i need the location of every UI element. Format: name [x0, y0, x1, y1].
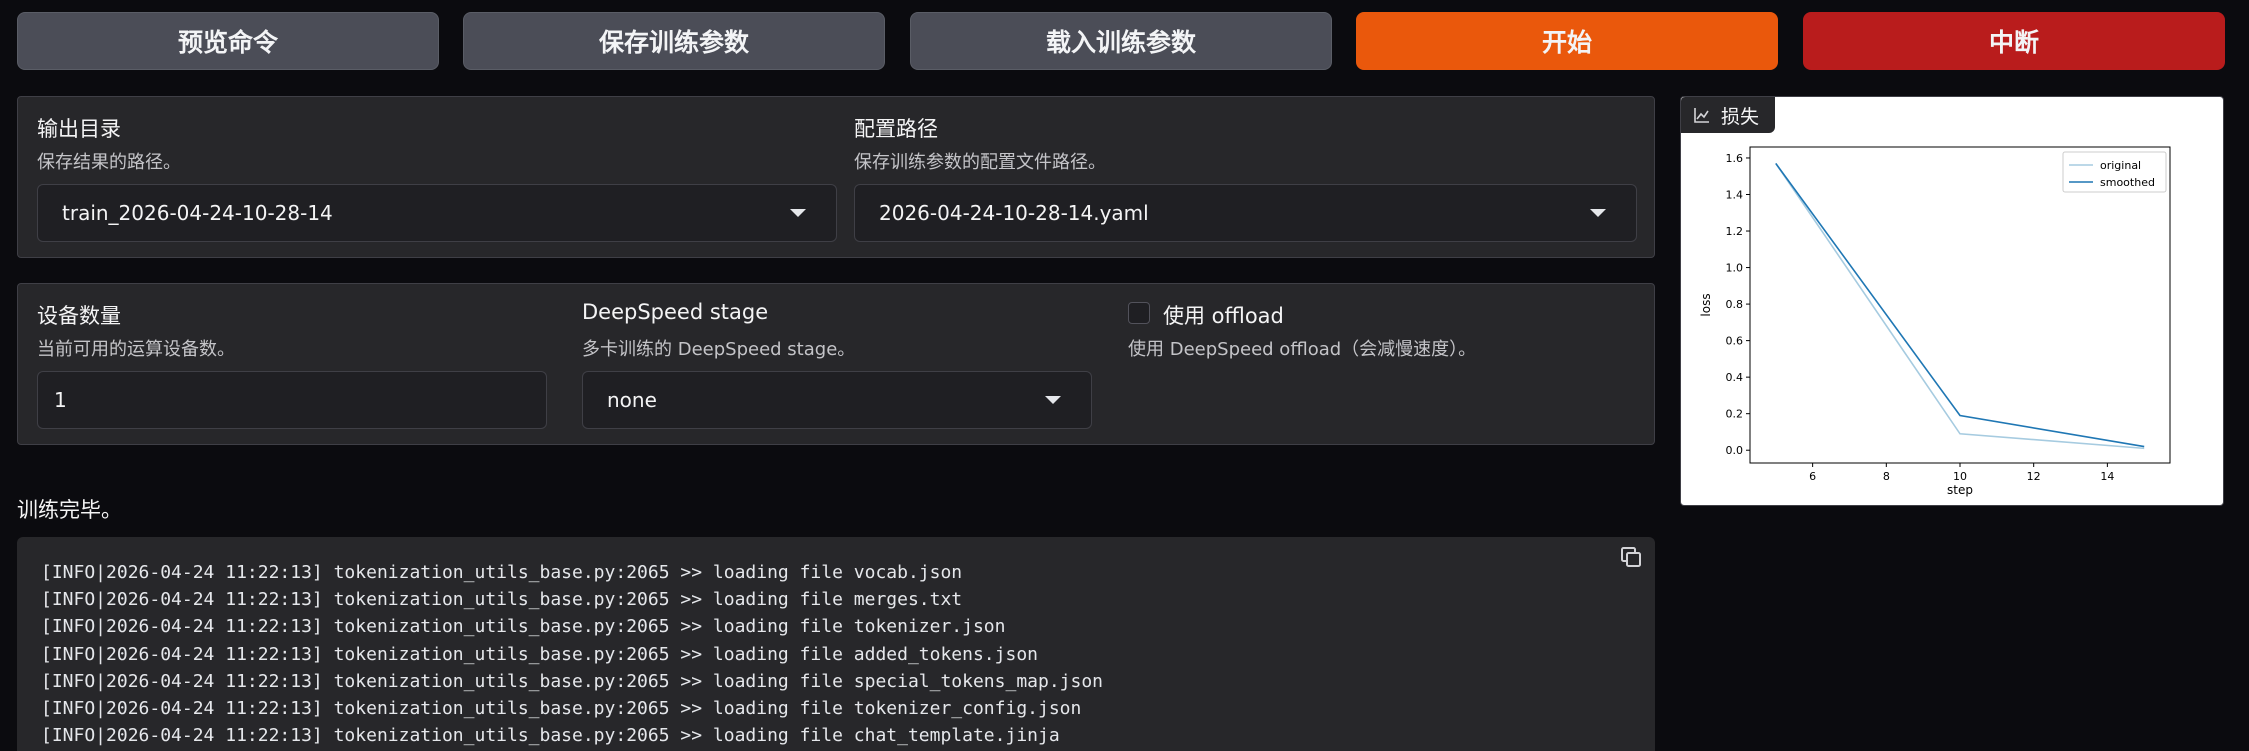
output-dir-dropdown[interactable]: train_2026-04-24-10-28-14 — [37, 184, 837, 242]
y-tick-label: 0.0 — [1726, 444, 1744, 457]
y-tick-label: 1.0 — [1726, 262, 1744, 275]
ds-stage-value: none — [607, 388, 657, 412]
preview-command-button[interactable]: 预览命令 — [17, 12, 439, 70]
ds-stage-info: 多卡训练的 DeepSpeed stage。 — [582, 339, 856, 360]
log-line: [INFO|2026-04-24 11:22:13] tokenization_… — [41, 562, 963, 583]
x-tick-label: 6 — [1809, 470, 1816, 483]
start-button[interactable]: 开始 — [1356, 12, 1778, 70]
copy-icon[interactable] — [1619, 545, 1643, 569]
x-axis-label: step — [1947, 483, 1973, 497]
loss-chart: 6 8 10 12 14 0.0 0.2 0.4 0.6 0.8 1.0 1.2 1.4 1.6 step l… — [1699, 146, 2171, 497]
y-axis-label: loss — [1699, 293, 1713, 316]
chevron-down-icon — [1590, 209, 1606, 217]
output-dir-value: train_2026-04-24-10-28-14 — [62, 201, 333, 225]
plot-label-text: 损失 — [1721, 105, 1760, 128]
ds-offload-info: 使用 DeepSpeed offload（会减慢速度）。 — [1128, 339, 1477, 360]
config-path-label: 配置路径 — [854, 117, 938, 141]
legend-label-original: original — [2100, 159, 2141, 172]
x-tick-label: 14 — [2100, 470, 2114, 483]
log-line: [INFO|2026-04-24 11:22:13] tokenization_… — [41, 670, 1104, 692]
log-output[interactable]: [INFO|2026-04-24 11:22:13] tokenization_… — [17, 537, 1655, 751]
log-line: [INFO|2026-04-24 11:22:13] tokenization_… — [41, 698, 1082, 720]
loss-plot-panel: 6 8 10 12 14 0.0 0.2 0.4 0.6 0.8 1.0 1.2 1.4 1.6 step l… — [1680, 96, 2224, 506]
log-line: [INFO|2026-04-24 11:22:13] tokenization_… — [41, 725, 1060, 747]
log-line: [INFO|2026-04-24 11:22:13] tokenization_… — [41, 643, 1038, 665]
ds-offload-label: 使用 offload — [1163, 304, 1284, 328]
y-tick-label: 0.2 — [1726, 408, 1744, 421]
output-dir-info: 保存结果的路径。 — [37, 152, 181, 173]
ds-stage-dropdown[interactable]: none — [582, 371, 1092, 429]
config-path-dropdown[interactable]: 2026-04-24-10-28-14.yaml — [854, 184, 1637, 242]
chevron-down-icon — [790, 209, 806, 217]
device-count-info: 当前可用的运算设备数。 — [37, 339, 235, 360]
save-args-button[interactable]: 保存训练参数 — [463, 12, 885, 70]
training-status: 训练完毕。 — [17, 498, 122, 522]
legend-label-smoothed: smoothed — [2100, 176, 2155, 189]
config-path-info: 保存训练参数的配置文件路径。 — [854, 152, 1106, 173]
device-count-label: 设备数量 — [37, 304, 121, 328]
x-tick-label: 10 — [1953, 470, 1967, 483]
device-count-field[interactable]: 1 — [37, 371, 547, 429]
log-line: [INFO|2026-04-24 11:22:13] tokenization_… — [41, 589, 963, 611]
device-deepspeed-panel: 设备数量 当前可用的运算设备数。 1 DeepSpeed stage 多卡训练的… — [17, 283, 1655, 445]
x-tick-label: 8 — [1883, 470, 1890, 483]
log-line: [INFO|2026-04-24 11:22:13] tokenization_… — [41, 616, 1006, 638]
y-tick-label: 1.4 — [1726, 188, 1744, 201]
y-tick-label: 1.2 — [1726, 225, 1744, 238]
line-chart-icon — [1694, 108, 1709, 123]
abort-button[interactable]: 中断 — [1803, 12, 2225, 70]
chevron-down-icon — [1045, 396, 1061, 404]
plot-label: 损失 — [1681, 97, 1776, 133]
y-tick-label: 0.8 — [1726, 298, 1744, 311]
config-path-value: 2026-04-24-10-28-14.yaml — [879, 201, 1149, 225]
ds-stage-label: DeepSpeed stage — [582, 300, 769, 324]
output-config-panel: 输出目录 保存结果的路径。 train_2026-04-24-10-28-14 … — [17, 96, 1655, 258]
y-tick-label: 0.4 — [1726, 371, 1744, 384]
y-tick-label: 0.6 — [1726, 335, 1744, 348]
ds-offload-checkbox[interactable] — [1128, 302, 1150, 324]
x-tick-label: 12 — [2027, 470, 2041, 483]
y-tick-label: 1.6 — [1726, 152, 1744, 165]
output-dir-label: 输出目录 — [37, 117, 121, 141]
load-args-button[interactable]: 载入训练参数 — [910, 12, 1332, 70]
